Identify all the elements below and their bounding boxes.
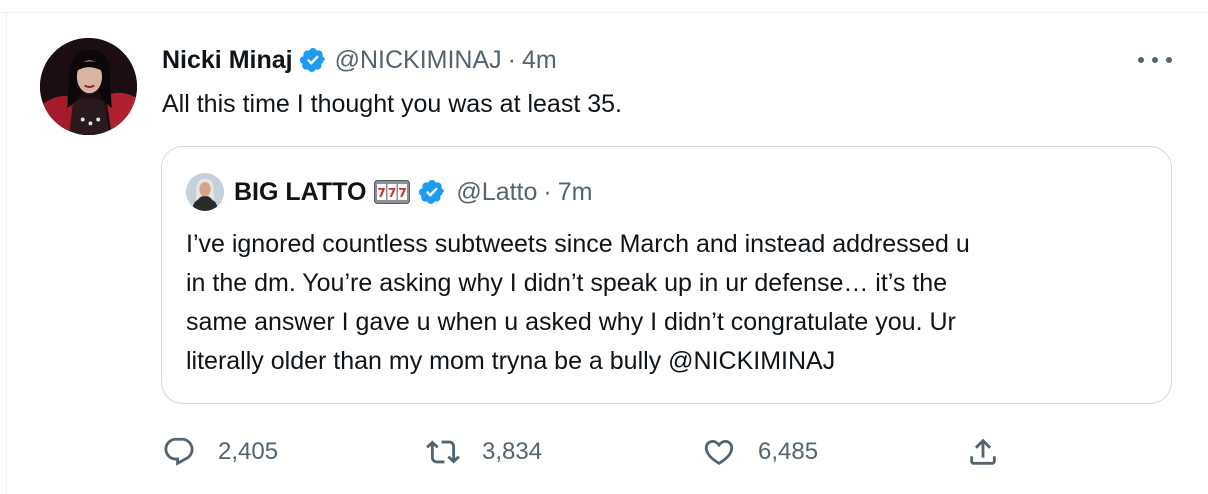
slot-machine-777-icon: 7 7 7 <box>374 180 411 204</box>
top-divider <box>0 12 1208 13</box>
quoted-tweet-text: I’ve ignored countless subtweets since M… <box>186 225 1146 381</box>
tweet-card[interactable]: Nicki Minaj @NICKIMINAJ · 4m All this ti… <box>0 0 1208 494</box>
quoted-verified-badge-icon <box>418 178 446 206</box>
svg-text:7: 7 <box>399 186 407 200</box>
left-divider <box>6 12 7 494</box>
quoted-text-line: same answer I gave u when u asked why I … <box>186 308 956 336</box>
quoted-text-line: literally older than my mom tryna be a b… <box>186 347 836 375</box>
svg-text:7: 7 <box>378 186 386 200</box>
verified-badge-icon <box>299 46 327 74</box>
quoted-tweet-time: 7m <box>557 177 593 206</box>
like-button[interactable]: 6,485 <box>702 430 818 474</box>
quoted-author-avatar <box>186 173 224 211</box>
retweet-count: 3,834 <box>482 438 543 465</box>
author-handle[interactable]: @NICKIMINAJ <box>335 46 502 75</box>
reply-icon <box>164 437 194 466</box>
quoted-tweet[interactable]: BIG LATTO 7 7 7 @Latto · 7m I’ve ignored… <box>161 146 1172 404</box>
header-separator: · <box>507 45 516 74</box>
reply-button[interactable]: 2,405 <box>162 430 278 474</box>
heart-icon <box>704 439 734 465</box>
share-icon <box>970 438 996 465</box>
reply-count: 2,405 <box>218 438 279 465</box>
retweet-button[interactable]: 3,834 <box>426 430 542 474</box>
quoted-author-name: BIG LATTO <box>234 177 367 206</box>
quoted-text-line: in the dm. You’re asking why I didn’t sp… <box>186 269 948 297</box>
svg-text:7: 7 <box>388 186 396 200</box>
tweet-actions: 2,405 3,834 6,485 <box>162 430 1022 474</box>
more-options-icon[interactable] <box>1138 48 1172 72</box>
tweet-text: All this time I thought you was at least… <box>162 90 622 118</box>
retweet-icon <box>426 440 460 464</box>
author-name[interactable]: Nicki Minaj <box>162 46 293 75</box>
author-avatar[interactable] <box>40 38 137 135</box>
tweet-time[interactable]: 4m <box>522 46 557 75</box>
quoted-tweet-header: BIG LATTO 7 7 7 @Latto · 7m <box>186 173 593 211</box>
quoted-author-handle: @Latto <box>456 177 538 206</box>
share-button[interactable] <box>966 430 1000 474</box>
like-count: 6,485 <box>758 438 819 465</box>
quoted-header-separator: · <box>543 177 552 206</box>
quoted-text-line: I’ve ignored countless subtweets since M… <box>186 230 970 258</box>
tweet-header: Nicki Minaj @NICKIMINAJ · 4m <box>162 42 557 78</box>
